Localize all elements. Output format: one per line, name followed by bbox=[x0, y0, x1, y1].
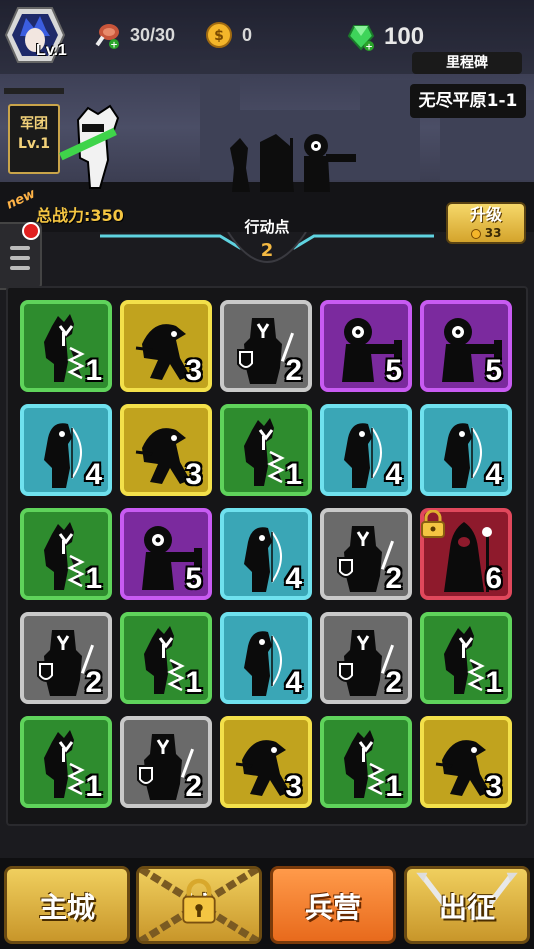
lock-icon bbox=[421, 510, 445, 538]
unit-level: 5 bbox=[485, 354, 502, 387]
gem-counter[interactable]: + 100 bbox=[346, 22, 424, 52]
enemy-group bbox=[230, 134, 356, 192]
unit-level: 3 bbox=[185, 354, 202, 387]
unit-tile-rogue[interactable]: 3 bbox=[420, 716, 512, 808]
unit-tile-rogue[interactable]: 3 bbox=[120, 404, 212, 496]
unit-tile-rogue[interactable]: 3 bbox=[120, 300, 212, 392]
unit-tile-knight[interactable]: 2 bbox=[120, 716, 212, 808]
unit-level: 5 bbox=[385, 354, 402, 387]
unit-tile-spearman[interactable]: 1 bbox=[20, 716, 112, 808]
unit-level: 4 bbox=[285, 666, 302, 699]
unit-tile-spearman[interactable]: 1 bbox=[20, 508, 112, 600]
unit-tile-archer[interactable]: 4 bbox=[420, 404, 512, 496]
unit-tile-gunner[interactable]: 5 bbox=[420, 300, 512, 392]
unit-tile-spearman[interactable]: 1 bbox=[420, 612, 512, 704]
coin-value: 0 bbox=[242, 24, 253, 45]
legion-banner[interactable]: 军团 Lv.1 bbox=[8, 104, 60, 174]
unit-level: 1 bbox=[85, 562, 102, 595]
nav-label: 主城 bbox=[38, 891, 95, 924]
bottom-navigation: 主城 城 兵营 出征 bbox=[0, 858, 534, 949]
nav-button-battle[interactable]: 出征 bbox=[404, 866, 530, 944]
unit-tile-knight[interactable]: 2 bbox=[320, 508, 412, 600]
unit-tile-archer[interactable]: 4 bbox=[20, 404, 112, 496]
gem-icon: + bbox=[347, 25, 375, 53]
unit-tile-rogue[interactable]: 3 bbox=[220, 716, 312, 808]
unit-tile-spearman[interactable]: 1 bbox=[320, 716, 412, 808]
meat-icon: + bbox=[95, 24, 119, 51]
unit-level: 1 bbox=[85, 770, 102, 803]
action-points-label: 行动点 bbox=[244, 218, 290, 236]
unit-tile-archer[interactable]: 4 bbox=[220, 508, 312, 600]
nav-button-locked[interactable]: 城 bbox=[136, 866, 262, 944]
unit-level: 2 bbox=[385, 562, 402, 595]
unit-level: 2 bbox=[85, 666, 102, 699]
unit-grid: 1 3 2 5 5 4 3 1 4 4 1 5 4 2 6 2 1 4 2 1 1 2 3 1 3 bbox=[6, 286, 528, 826]
unit-tile-archer[interactable]: 4 bbox=[320, 404, 412, 496]
meat-counter[interactable]: + 30/30 bbox=[92, 20, 175, 50]
banner-pole bbox=[4, 88, 64, 94]
svg-text:+: + bbox=[110, 41, 118, 51]
player-level: Lv.1 bbox=[36, 42, 67, 59]
legion-level: Lv.1 bbox=[18, 136, 50, 152]
unit-tile-spearman[interactable]: 1 bbox=[120, 612, 212, 704]
nav-label: 兵营 bbox=[304, 891, 361, 924]
nav-button-main-city[interactable]: 主城 bbox=[4, 866, 130, 944]
unit-level: 1 bbox=[85, 354, 102, 387]
unit-level: 1 bbox=[385, 770, 402, 803]
unit-level: 1 bbox=[185, 666, 202, 699]
coin-counter[interactable]: $ 0 bbox=[204, 20, 252, 50]
coin-icon: $ bbox=[206, 22, 232, 48]
unit-level: 4 bbox=[85, 458, 102, 491]
milestone-stage[interactable]: 无尽平原1-1 bbox=[410, 84, 526, 118]
unit-tile-knight[interactable]: 2 bbox=[20, 612, 112, 704]
unit-level: 3 bbox=[485, 770, 502, 803]
meat-value: 30/30 bbox=[130, 24, 176, 45]
unit-level: 3 bbox=[285, 770, 302, 803]
unit-level: 1 bbox=[485, 666, 502, 699]
unit-tile-spearman[interactable]: 1 bbox=[20, 300, 112, 392]
hero-character bbox=[59, 104, 120, 189]
unit-level: 4 bbox=[385, 458, 402, 491]
nav-label: 出征 bbox=[438, 891, 495, 924]
gem-value: 100 bbox=[384, 23, 425, 50]
unit-tile-archer[interactable]: 4 bbox=[220, 612, 312, 704]
unit-tile-knight[interactable]: 2 bbox=[220, 300, 312, 392]
unit-tile-gunner[interactable]: 5 bbox=[120, 508, 212, 600]
action-points-value: 2 bbox=[260, 240, 274, 261]
milestone-label: 里程碑 bbox=[412, 52, 522, 74]
svg-text:$: $ bbox=[214, 28, 224, 44]
unit-level: 3 bbox=[185, 458, 202, 491]
unit-level: 4 bbox=[485, 458, 502, 491]
unit-level: 5 bbox=[185, 562, 202, 595]
unit-tile-gunner[interactable]: 5 bbox=[320, 300, 412, 392]
unit-level: 4 bbox=[285, 562, 302, 595]
unit-tile-knight[interactable]: 2 bbox=[320, 612, 412, 704]
svg-text:+: + bbox=[365, 43, 373, 53]
nav-button-barracks[interactable]: 兵营 bbox=[270, 866, 396, 944]
unit-level: 6 bbox=[485, 562, 502, 595]
chain-lock-icon bbox=[139, 869, 259, 941]
unit-level: 2 bbox=[285, 354, 302, 387]
unit-tile-spearman[interactable]: 1 bbox=[220, 404, 312, 496]
unit-level: 2 bbox=[385, 666, 402, 699]
unit-level: 2 bbox=[185, 770, 202, 803]
unit-level: 1 bbox=[285, 458, 302, 491]
menu-icon-bar bbox=[10, 266, 30, 270]
legion-title: 军团 bbox=[20, 116, 48, 132]
